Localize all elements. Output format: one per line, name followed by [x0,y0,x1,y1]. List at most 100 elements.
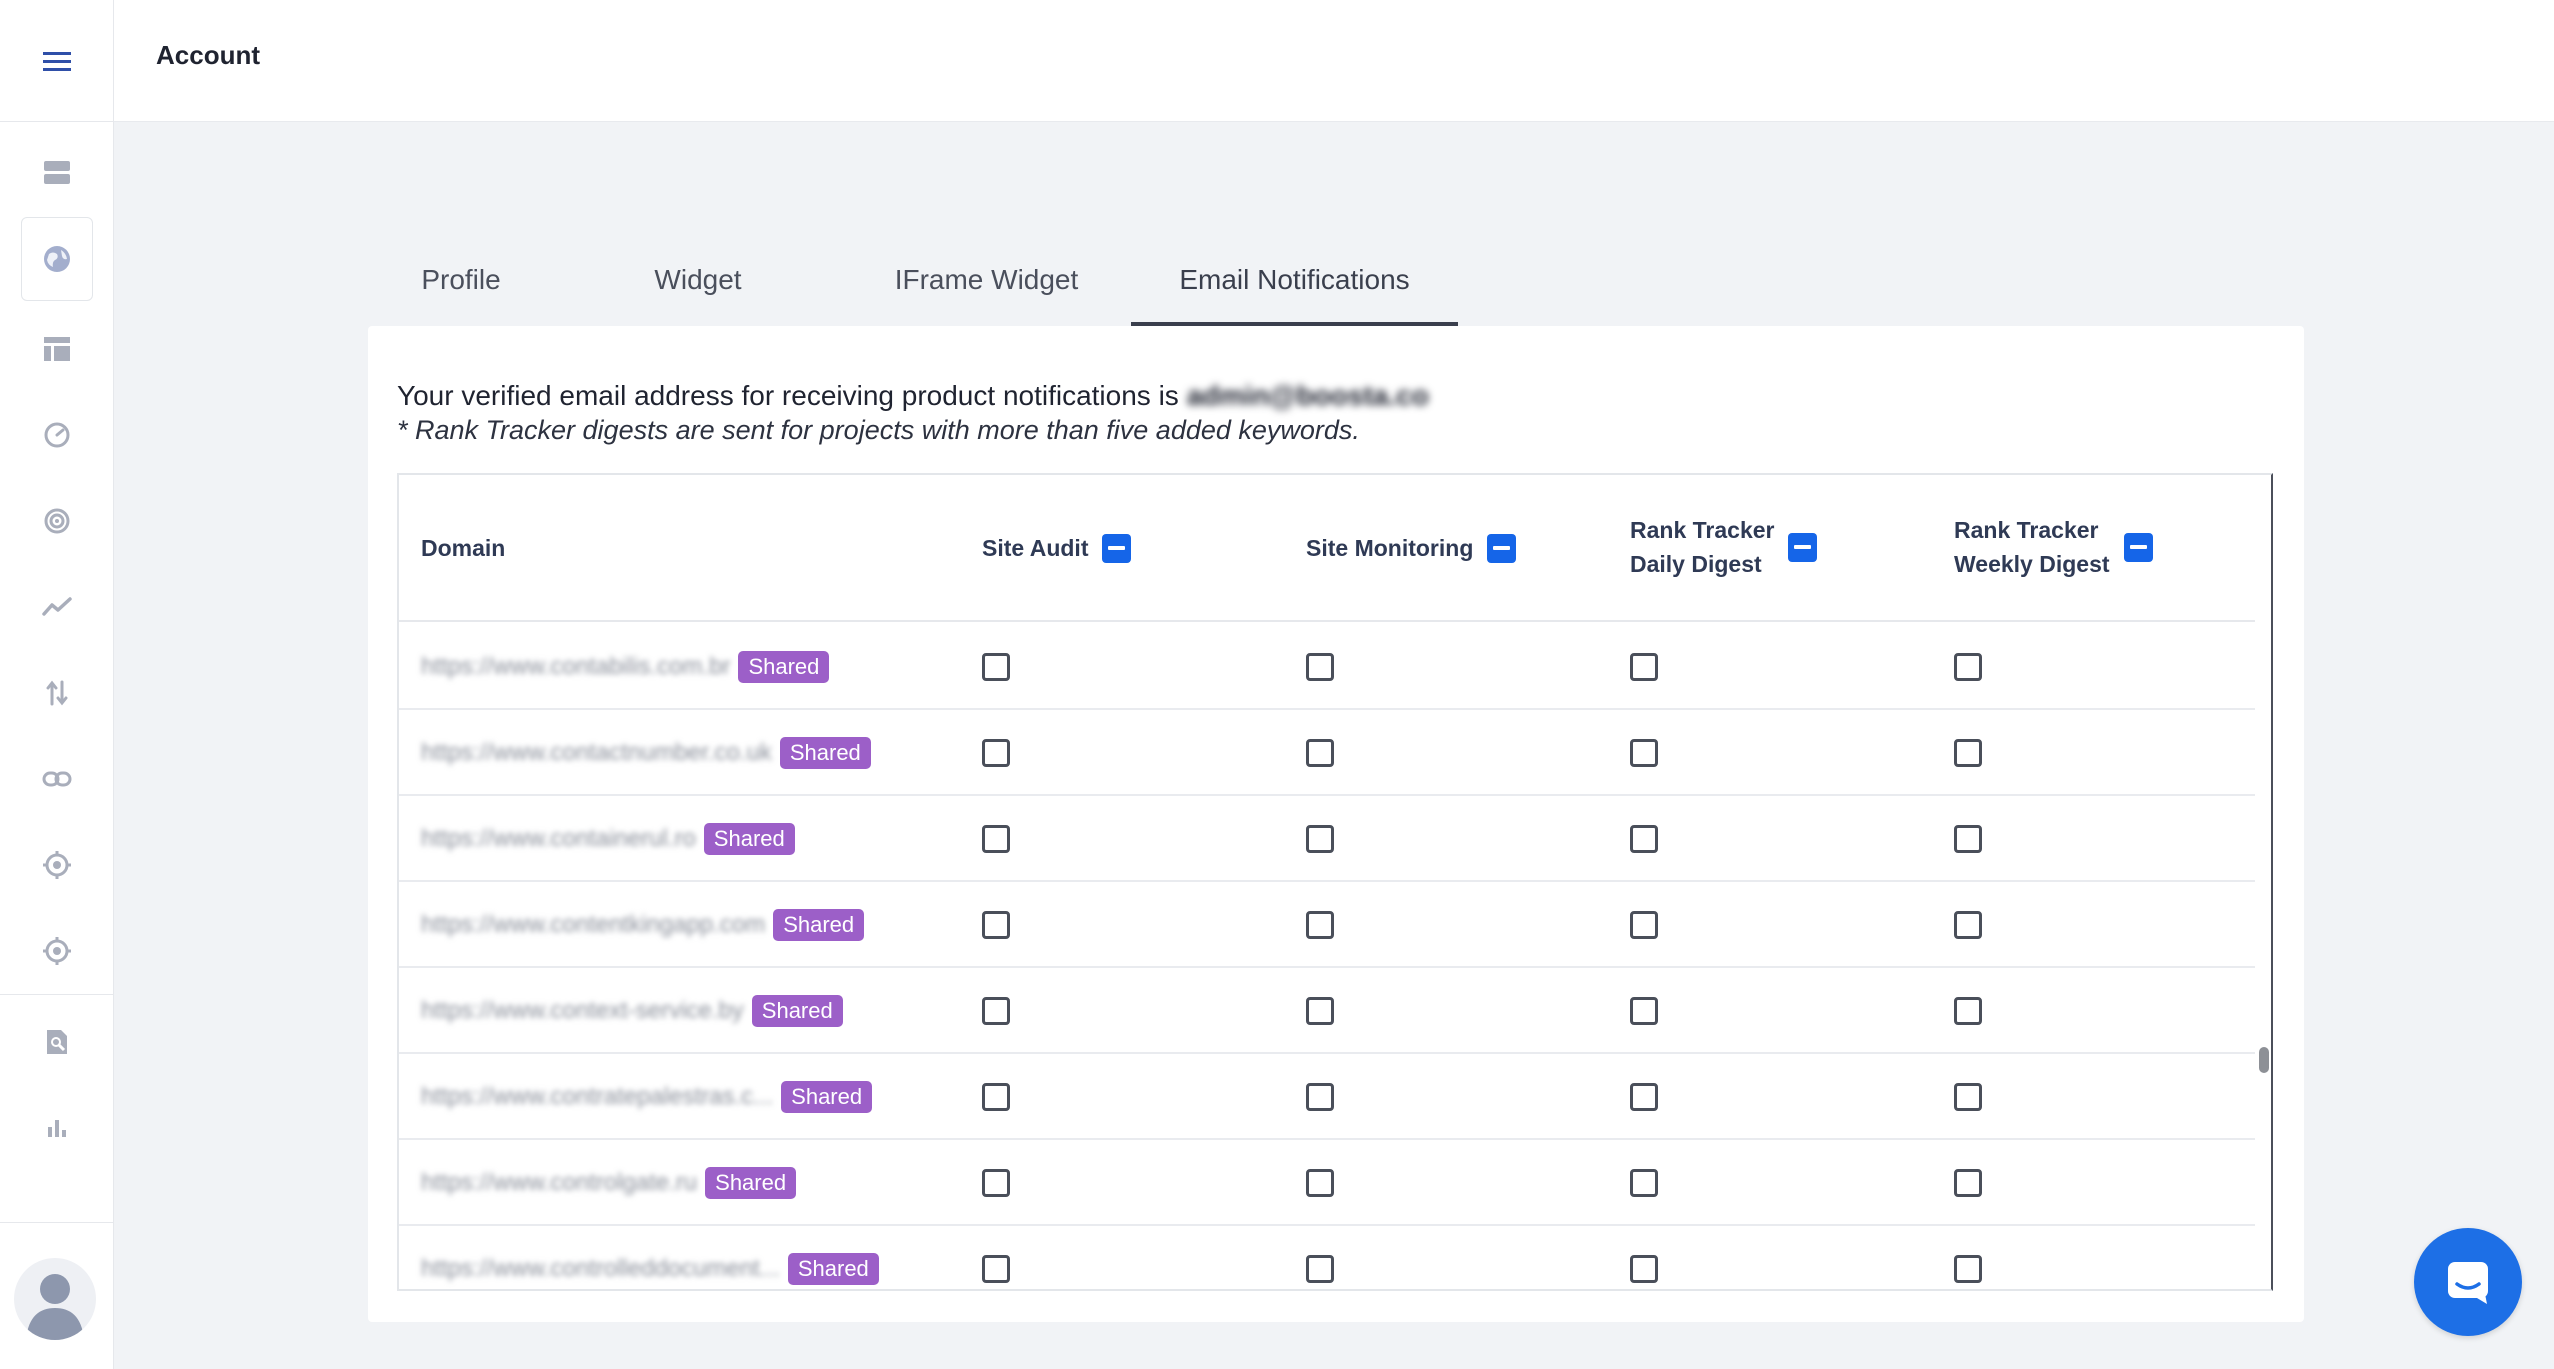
domain-cell: https://www.contactnumber.co.uk Shared [421,710,871,796]
domain-url: https://www.controlleddocument... [421,1255,780,1282]
radar-icon [44,508,69,534]
column-site-audit-label: Site Audit [982,535,1089,561]
table-row: https://www.controlleddocument... Shared [399,1226,2255,1289]
account-tabs: Profile Widget IFrame Widget Email Notif… [368,250,1458,326]
target-alt-icon [42,937,71,965]
rank-daily-checkbox[interactable] [1630,653,1658,681]
site-audit-checkbox[interactable] [982,1255,1010,1283]
globe-icon [43,246,70,272]
rank-weekly-checkbox[interactable] [1954,1083,1982,1111]
column-rank-weekly-line2: Weekly Digest [1954,551,2110,577]
column-domain-label: Domain [421,535,506,561]
top-header: Account [114,0,2554,122]
site-monitoring-checkbox[interactable] [1306,911,1334,939]
avatar[interactable] [14,1258,96,1340]
domain-url: https://www.contactnumber.co.uk [421,739,772,766]
site-audit-toggle-all[interactable] [1102,533,1132,563]
table-header: Domain Site Audit Site Monitoring Rank T… [399,475,2255,622]
shared-badge: Shared [787,1253,879,1285]
sidebar-item-account[interactable] [0,216,114,302]
rank-daily-checkbox[interactable] [1630,825,1658,853]
sort-icon [46,680,67,706]
rank-weekly-checkbox[interactable] [1954,825,1982,853]
trend-icon [41,597,72,616]
site-monitoring-checkbox[interactable] [1306,653,1334,681]
column-site-monitoring-label: Site Monitoring [1306,535,1474,561]
sidebar-item-target-alt[interactable] [0,908,114,994]
table-row: https://www.context-service.by Shared [399,968,2255,1054]
rank-daily-checkbox[interactable] [1630,1255,1658,1283]
sidebar-item-rank-tracker[interactable] [0,564,114,650]
column-domain: Domain [421,531,505,565]
site-monitoring-checkbox[interactable] [1306,1169,1334,1197]
rank-daily-checkbox[interactable] [1630,739,1658,767]
tab-widget[interactable]: Widget [554,250,842,326]
tab-profile[interactable]: Profile [368,250,554,326]
tab-email-notifications[interactable]: Email Notifications [1131,250,1458,326]
rank-weekly-checkbox[interactable] [1954,739,1982,767]
domain-url: https://www.contentkingapp.com [421,911,766,938]
verified-email-text: Your verified email address for receivin… [397,380,1429,412]
rank-daily-checkbox[interactable] [1630,997,1658,1025]
shared-badge: Shared [779,737,871,769]
site-audit-checkbox[interactable] [982,1083,1010,1111]
site-monitoring-checkbox[interactable] [1306,739,1334,767]
table-icon [43,337,70,361]
sidebar-item-backlinks[interactable] [0,736,114,822]
column-site-monitoring: Site Monitoring [1306,531,1517,565]
tab-iframe-widget[interactable]: IFrame Widget [842,250,1131,326]
column-rank-daily-label: Rank Tracker Daily Digest [1630,513,1774,581]
sidebar [0,0,114,1369]
rank-daily-checkbox[interactable] [1630,1083,1658,1111]
rank-weekly-checkbox[interactable] [1954,653,1982,681]
site-monitoring-checkbox[interactable] [1306,825,1334,853]
page-title: Account [156,40,260,70]
site-audit-checkbox[interactable] [982,653,1010,681]
table-row: https://www.controlgate.ru Shared [399,1140,2255,1226]
sidebar-item-compare[interactable] [0,650,114,736]
domain-url: https://www.controlgate.ru [421,1169,698,1196]
rank-weekly-checkbox[interactable] [1954,1169,1982,1197]
sidebar-item-target[interactable] [0,822,114,908]
menu-button[interactable] [0,0,113,122]
site-monitoring-checkbox[interactable] [1306,1255,1334,1283]
search-doc-icon [46,1030,67,1054]
verified-email-label: Your verified email address for receivin… [397,380,1179,411]
site-monitoring-checkbox[interactable] [1306,1083,1334,1111]
rank-weekly-checkbox[interactable] [1954,997,1982,1025]
site-monitoring-toggle-all[interactable] [1487,533,1517,563]
sidebar-item-dashboard[interactable] [0,306,114,392]
domain-url: https://www.context-service.by [421,997,744,1024]
site-audit-checkbox[interactable] [982,739,1010,767]
rank-weekly-toggle-all[interactable] [2123,532,2153,562]
chat-icon [2448,1262,2488,1304]
shared-badge: Shared [705,1167,797,1199]
shared-badge: Shared [703,823,795,855]
gauge-icon [44,422,69,448]
domain-cell: https://www.controlgate.ru Shared [421,1140,797,1226]
sidebar-item-projects[interactable] [0,130,114,216]
site-audit-checkbox[interactable] [982,825,1010,853]
table-scrollbar[interactable] [2259,1047,2269,1073]
rank-daily-checkbox[interactable] [1630,911,1658,939]
column-rank-weekly-label: Rank Tracker Weekly Digest [1954,513,2110,581]
site-audit-checkbox[interactable] [982,997,1010,1025]
domain-url: https://www.contabilis.com.br [421,653,731,680]
rank-weekly-checkbox[interactable] [1954,1255,1982,1283]
site-monitoring-checkbox[interactable] [1306,997,1334,1025]
column-rank-tracker-daily: Rank Tracker Daily Digest [1630,513,1818,581]
domain-url: https://www.contratepalestras.c... [421,1083,774,1110]
sidebar-item-site-audit[interactable] [0,392,114,478]
site-audit-checkbox[interactable] [982,1169,1010,1197]
rank-weekly-checkbox[interactable] [1954,911,1982,939]
sidebar-item-reports[interactable] [0,1085,114,1171]
sidebar-item-monitoring[interactable] [0,478,114,564]
sidebar-item-research[interactable] [0,999,114,1085]
rank-daily-toggle-all[interactable] [1788,532,1818,562]
rank-daily-checkbox[interactable] [1630,1169,1658,1197]
shared-badge: Shared [781,1081,873,1113]
column-rank-daily-line2: Daily Digest [1630,551,1762,577]
chat-launcher-button[interactable] [2414,1228,2522,1336]
domain-cell: https://www.containerul.ro Shared [421,796,795,882]
site-audit-checkbox[interactable] [982,911,1010,939]
